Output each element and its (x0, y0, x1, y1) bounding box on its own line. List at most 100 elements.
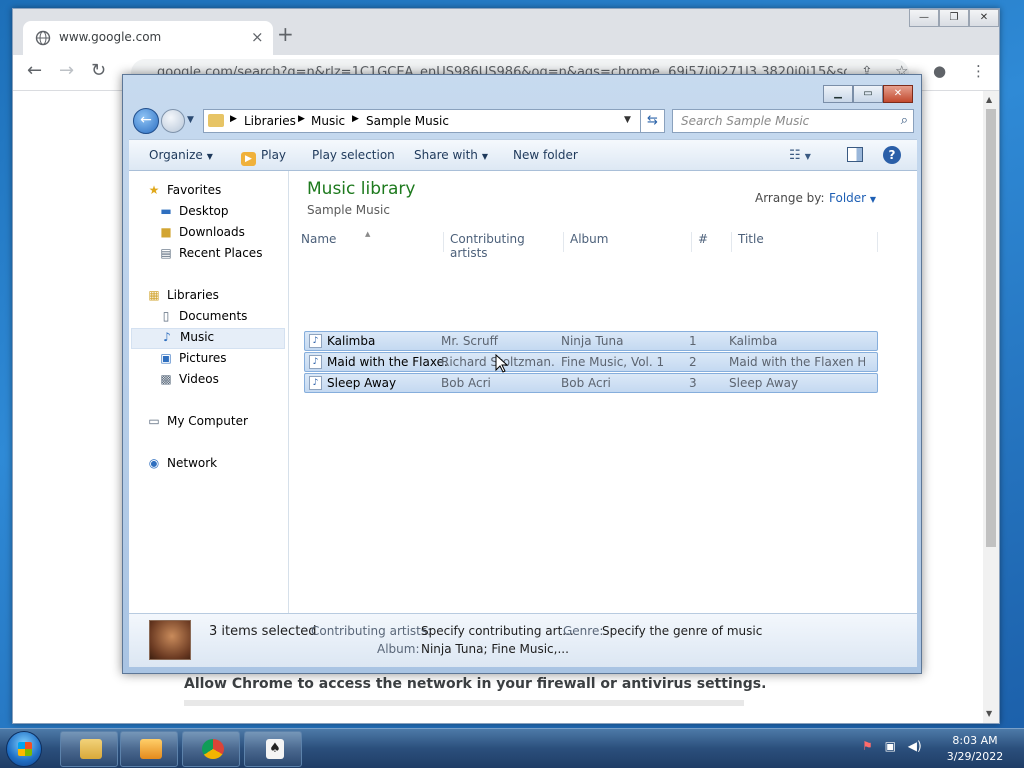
row-title: Kalimba (729, 334, 778, 348)
arrange-by-dropdown[interactable]: Folder ▼ (829, 191, 876, 205)
change-view-icon[interactable]: ☷ ▼ (789, 148, 811, 163)
profile-icon[interactable]: ● (933, 64, 946, 79)
search-icon[interactable]: ⌕ (901, 113, 908, 128)
nav-favorites[interactable]: ★ Favorites (147, 183, 222, 197)
start-button[interactable] (6, 731, 42, 767)
maximize-button[interactable]: ❐ (939, 9, 969, 27)
explorer-maximize-button[interactable]: ▭ (853, 85, 883, 103)
forward-button[interactable] (161, 109, 185, 133)
documents-icon: ▯ (162, 309, 170, 323)
row-album: Ninja Tuna (561, 334, 624, 348)
breadcrumb-music[interactable]: Music (311, 114, 345, 128)
column-header-title[interactable]: Title (738, 232, 878, 252)
playing-card-icon: ♠ (266, 739, 284, 759)
tab-close-icon[interactable]: × (251, 28, 264, 46)
browser-tab[interactable]: www.google.com × (23, 21, 273, 55)
preview-pane-icon[interactable] (847, 147, 863, 162)
column-header-name[interactable]: ▲ Name (301, 230, 444, 252)
music-file-icon: ♪ (309, 355, 322, 369)
row-title: Sleep Away (729, 376, 799, 390)
nav-recent-places-label: Recent Places (179, 246, 263, 260)
new-folder-button[interactable]: New folder (513, 148, 578, 162)
nav-downloads[interactable]: ■ Downloads (159, 225, 245, 239)
address-bar[interactable]: ▶ Libraries ▶ Music ▶ Sample Music ▼ (203, 109, 641, 133)
explorer-minimize-button[interactable]: ▁ (823, 85, 853, 103)
arrange-by-label: Arrange by: (755, 191, 825, 205)
new-tab-button[interactable]: + (277, 24, 294, 44)
sort-caret-icon: ▲ (365, 230, 371, 238)
system-clock[interactable]: 8:03 AM 3/29/2022 (940, 733, 1010, 765)
breadcrumb-separator-icon[interactable]: ▶ (298, 114, 305, 124)
tab-title: www.google.com (59, 30, 162, 44)
help-icon[interactable]: ? (883, 146, 901, 164)
breadcrumb-separator-icon[interactable]: ▶ (230, 114, 237, 124)
address-dropdown-icon[interactable]: ▼ (624, 115, 631, 125)
globe-icon (35, 30, 51, 46)
page-scrollbar[interactable]: ▲ ▼ (983, 91, 999, 723)
column-header-number[interactable]: # (698, 232, 732, 252)
taskbar-media-player-button[interactable] (120, 731, 178, 767)
play-selection-button[interactable]: Play selection (312, 148, 395, 162)
volume-icon[interactable]: ◀) (908, 739, 922, 753)
table-row[interactable]: ♪ Sleep Away Bob Acri Bob Acri 3 Sleep A… (304, 373, 878, 393)
nav-my-computer[interactable]: ▭ My Computer (147, 414, 248, 428)
explorer-body: ★ Favorites ▬ Desktop ■ Downloads ▤ Recent P… (129, 171, 917, 613)
nav-network[interactable]: ◉ Network (147, 456, 217, 470)
taskbar-solitaire-button[interactable]: ♠ (244, 731, 302, 767)
taskbar-chrome-button[interactable] (182, 731, 240, 767)
play-button[interactable]: ▶ Play (241, 148, 286, 166)
music-file-icon: ♪ (309, 334, 322, 348)
breadcrumb-separator-icon[interactable]: ▶ (352, 114, 359, 124)
nav-documents[interactable]: ▯ Documents (159, 309, 248, 323)
videos-icon: ▩ (160, 372, 172, 386)
nav-videos-label: Videos (179, 372, 219, 386)
taskbar-explorer-button[interactable] (60, 731, 118, 767)
desktop-icon: ▬ (160, 204, 172, 218)
action-center-icon[interactable]: ⚑ (862, 739, 873, 753)
reload-icon[interactable]: ↻ (91, 62, 106, 80)
nav-recent-places[interactable]: ▤ Recent Places (159, 246, 262, 260)
history-dropdown-icon[interactable]: ▼ (187, 115, 194, 125)
nav-music-label: Music (180, 330, 215, 344)
network-status-icon[interactable]: ▣ (885, 739, 896, 753)
chrome-tab-bar: www.google.com × + — ❐ ✕ (13, 9, 999, 55)
table-row[interactable]: ♪ Maid with the Flaxe... Richard Stoltzm… (304, 352, 878, 372)
scroll-up-icon[interactable]: ▲ (986, 95, 992, 104)
album-value[interactable]: Ninja Tuna; Fine Music,... (421, 642, 569, 656)
back-button[interactable]: ← (133, 108, 159, 134)
album-label: Album: (377, 642, 420, 656)
close-button[interactable]: ✕ (969, 9, 999, 27)
table-row[interactable]: ♪ Kalimba Mr. Scruff Ninja Tuna 1 Kalimb… (304, 331, 878, 351)
breadcrumb-libraries[interactable]: Libraries (244, 114, 296, 128)
folder-icon (208, 114, 224, 127)
column-header-album[interactable]: Album (570, 232, 692, 252)
page-heading: Allow Chrome to access the network in yo… (184, 676, 767, 692)
artists-value[interactable]: Specify contributing art... (421, 624, 574, 638)
scroll-thumb[interactable] (986, 109, 996, 547)
chevron-down-icon: ▼ (481, 152, 489, 161)
search-input[interactable]: Search Sample Music ⌕ (672, 109, 914, 133)
nav-pictures[interactable]: ▣ Pictures (159, 351, 226, 365)
clock-time: 8:03 AM (952, 734, 998, 747)
forward-arrow-icon[interactable]: → (59, 62, 74, 80)
clock-date: 3/29/2022 (946, 750, 1004, 763)
organize-button[interactable]: Organize ▼ (149, 148, 213, 162)
share-with-button[interactable]: Share with ▼ (414, 148, 488, 162)
nav-music[interactable]: ♪ Music (131, 328, 285, 349)
scroll-down-icon[interactable]: ▼ (986, 709, 992, 718)
nav-libraries[interactable]: ▦ Libraries (147, 288, 219, 302)
command-bar: Organize ▼ ▶ Play Play selection Share wit… (129, 139, 917, 171)
column-header-artists[interactable]: Contributing artists (450, 232, 564, 260)
menu-dots-icon[interactable]: ⋮ (971, 64, 986, 79)
nav-downloads-label: Downloads (179, 225, 245, 239)
arrange-by-value: Folder (829, 191, 867, 205)
refresh-icon[interactable]: ⇆ (641, 109, 665, 133)
minimize-button[interactable]: — (909, 9, 939, 27)
recent-places-icon: ▤ (160, 246, 172, 260)
explorer-close-button[interactable]: ✕ (883, 85, 913, 103)
genre-value[interactable]: Specify the genre of music (602, 624, 762, 638)
nav-videos[interactable]: ▩ Videos (159, 372, 219, 386)
nav-desktop[interactable]: ▬ Desktop (159, 204, 228, 218)
back-arrow-icon[interactable]: ← (27, 62, 42, 80)
breadcrumb-sample-music[interactable]: Sample Music (366, 114, 449, 128)
